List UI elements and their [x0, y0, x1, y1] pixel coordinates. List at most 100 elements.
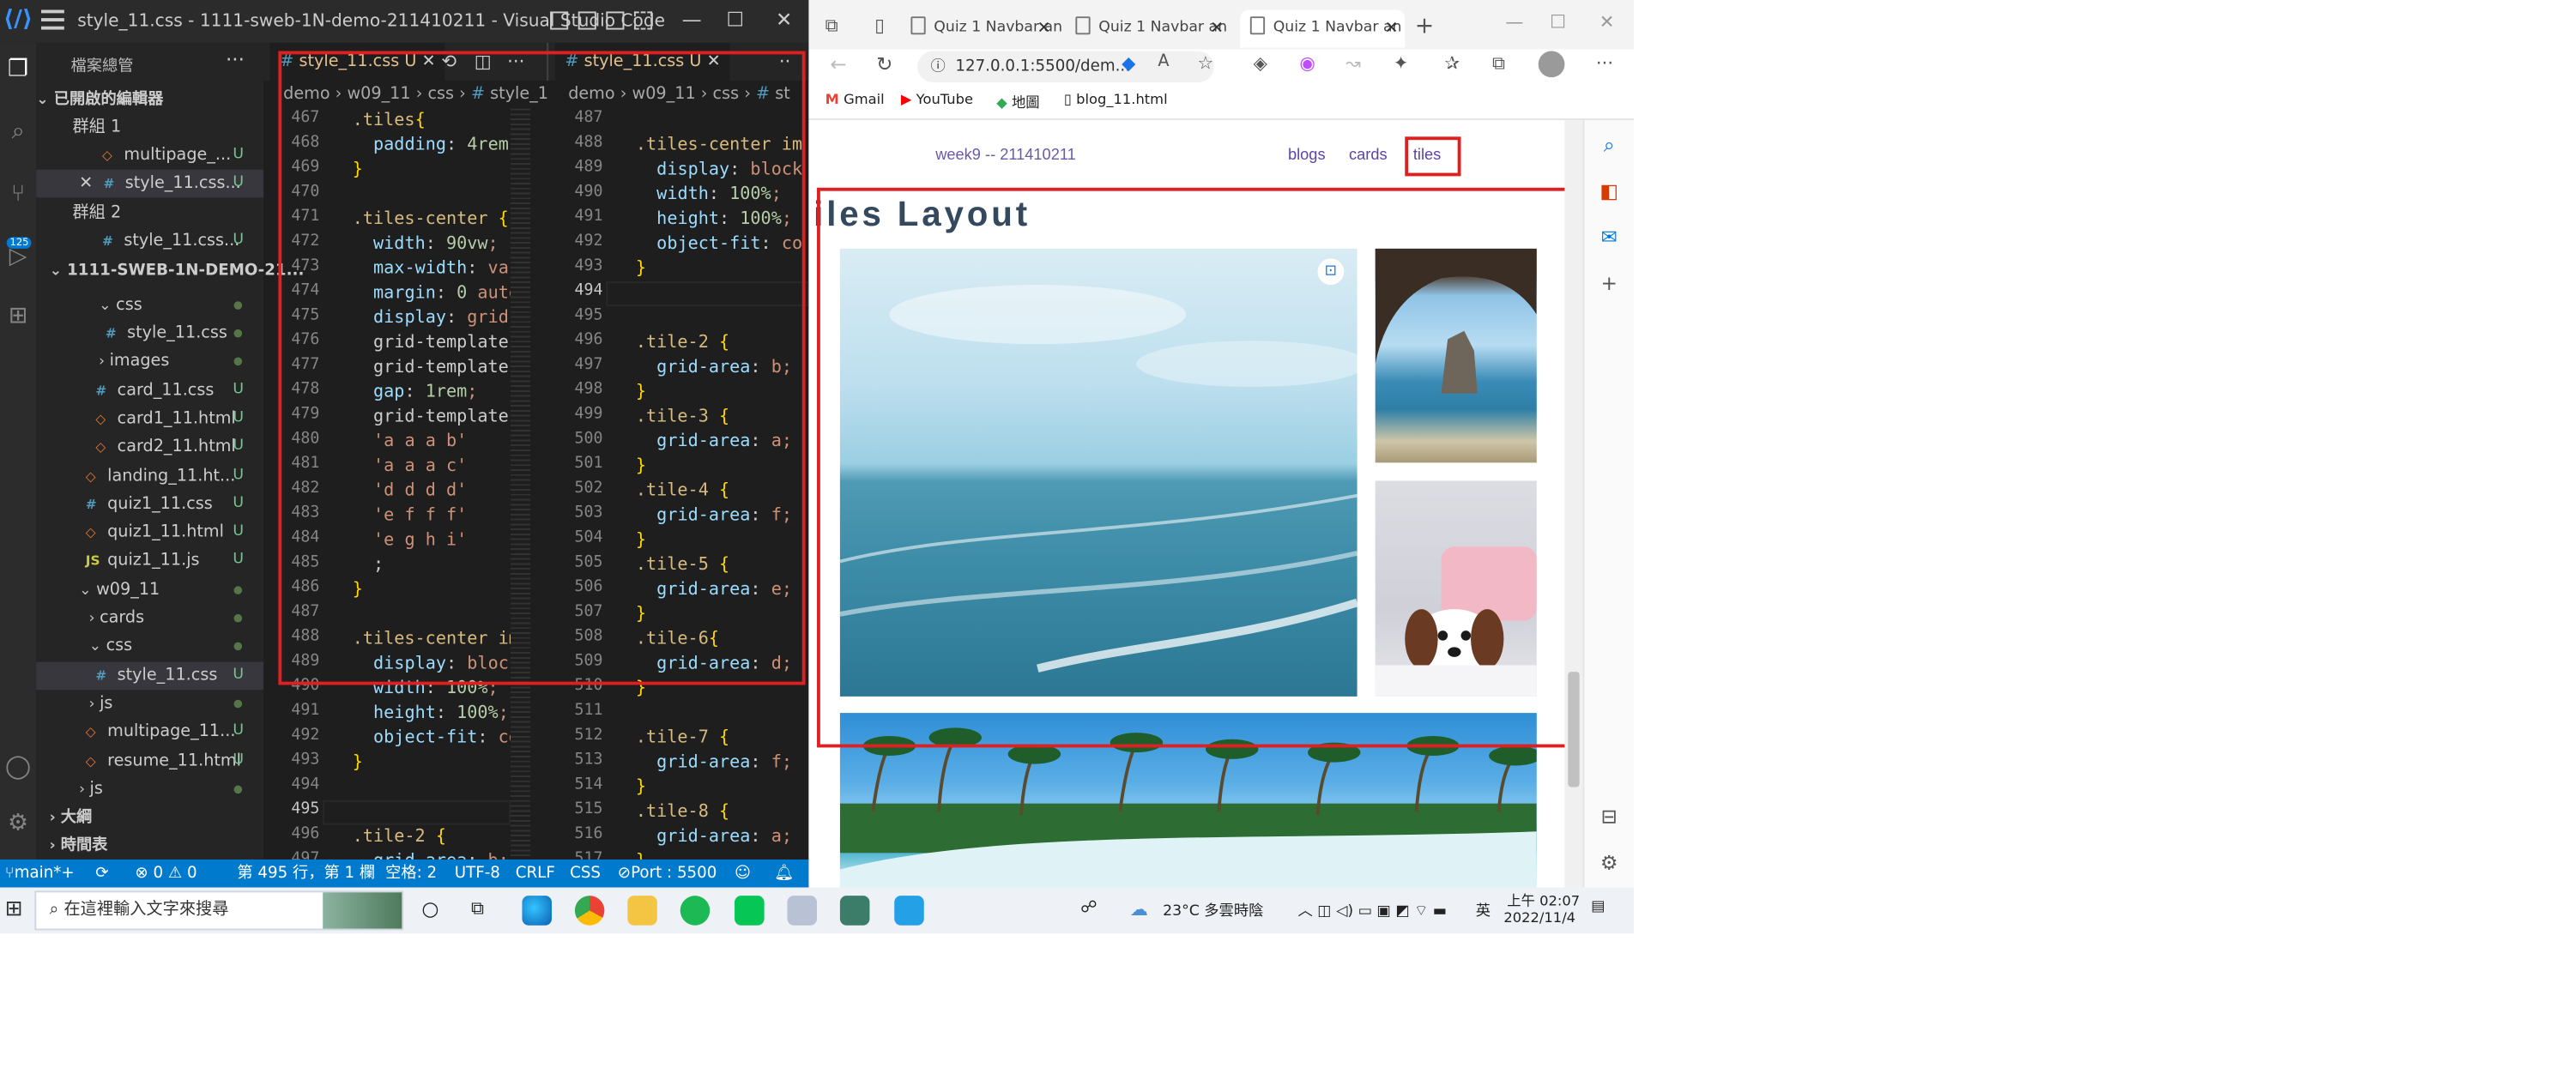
open-editors-section[interactable]: ⌄ 已開啟的編輯器 — [36, 86, 263, 114]
tree-item[interactable]: › js — [36, 690, 263, 718]
settings-more-icon[interactable]: ··· — [1596, 52, 1613, 74]
tree-item[interactable]: ◇ multipage_11... U — [36, 718, 263, 746]
branch-status[interactable]: ⑂ main*+ — [5, 860, 75, 888]
live-server-status[interactable]: ⊘ Port : 5500 — [618, 860, 717, 888]
site-brand[interactable]: week9 -- 211410211 — [935, 147, 1076, 165]
office-icon[interactable]: ◧ — [1598, 179, 1621, 202]
bookmark-gmail[interactable]: M Gmail — [825, 92, 885, 108]
page-scrollbar[interactable] — [1564, 120, 1583, 888]
search-icon[interactable]: ⌕ — [1598, 133, 1621, 156]
tree-item[interactable]: ◇ card1_11.html U — [36, 405, 263, 433]
more-actions-icon[interactable]: ··· — [226, 48, 245, 71]
sync-icon[interactable]: ⟳ — [95, 860, 108, 888]
minimize-icon[interactable]: — — [682, 9, 702, 32]
code-line[interactable]: height: 100%; — [353, 702, 509, 727]
extension-icon[interactable]: ◉ — [1299, 52, 1315, 74]
app-icon[interactable] — [787, 896, 818, 926]
people-icon[interactable]: ☍ — [1080, 899, 1097, 917]
outlook-icon[interactable]: ✉ — [1598, 226, 1621, 249]
menu-icon[interactable] — [40, 9, 64, 30]
extensions-icon[interactable]: ✦ — [1394, 52, 1409, 74]
clock-date[interactable]: 2022/11/4 — [1503, 910, 1575, 926]
clock-time[interactable]: 上午 02:07 — [1507, 890, 1580, 910]
open-editor-item-active[interactable]: ✕ # style_11.css... U — [36, 169, 264, 198]
editor-group-1[interactable]: 群組 1 — [36, 113, 299, 142]
line-app-icon[interactable] — [735, 896, 765, 926]
code-line[interactable]: } — [636, 775, 646, 800]
new-tab-icon[interactable]: + — [1415, 13, 1435, 39]
problems-status[interactable]: ⊗ 0 ⚠ 0 — [135, 860, 197, 888]
language-status[interactable]: CSS — [570, 860, 601, 888]
tree-item[interactable]: › cards — [36, 604, 263, 632]
tree-item[interactable]: # quiz1_11.css U — [36, 491, 263, 519]
editor-group-2[interactable]: 群組 2 — [36, 199, 299, 227]
task-view-icon[interactable]: ⧉ — [471, 897, 484, 920]
vscode-app-icon[interactable] — [894, 896, 924, 926]
collections-icon[interactable]: ⧉ — [1492, 52, 1505, 75]
browser-tab[interactable]: Quiz 1 Navbar an ✕ — [1066, 10, 1231, 48]
maximize-icon[interactable]: ☐ — [1550, 11, 1566, 33]
tree-item[interactable]: JS quiz1_11.js U — [36, 546, 263, 575]
customize-layout-icon[interactable] — [633, 11, 653, 30]
code-line[interactable]: .tile-7 { — [636, 726, 729, 751]
code-line[interactable]: grid-area: a; — [636, 825, 792, 850]
bookmark-blog[interactable]: ▯ blog_11.html — [1064, 92, 1168, 108]
tree-item[interactable]: › js — [36, 775, 263, 804]
ime-indicator[interactable]: 英 — [1476, 899, 1491, 920]
tree-item[interactable]: ◇ card2_11.html U — [36, 433, 263, 462]
extension-icon[interactable]: ◈ — [1254, 52, 1267, 74]
code-line[interactable]: .tile-8 { — [636, 800, 729, 825]
project-section[interactable]: ⌄ 1111-SWEB-1N-DEMO-21... — [36, 256, 305, 285]
taskbar-search-input[interactable]: ⌕ 在這裡輸入文字來搜尋 — [34, 890, 404, 931]
tab-actions-icon[interactable]: ⧉ — [825, 15, 838, 38]
open-editor-item[interactable]: ◇ multipage_... U — [36, 142, 263, 170]
explorer-icon[interactable]: ❐ — [5, 56, 32, 82]
code-line[interactable]: } — [636, 849, 646, 860]
code-line[interactable]: } — [353, 751, 363, 775]
extensions-icon[interactable]: ⊞ — [5, 303, 32, 329]
code-line[interactable]: .tile-2 { — [353, 825, 446, 850]
spotify-app-icon[interactable] — [680, 896, 711, 926]
add-icon[interactable]: + — [1598, 272, 1621, 295]
tree-item[interactable]: ◇ landing_11.ht... U — [36, 462, 263, 491]
profile-avatar[interactable] — [1538, 51, 1565, 78]
back-icon[interactable]: ← — [830, 52, 846, 75]
eol-status[interactable]: CRLF — [516, 860, 555, 888]
tree-item[interactable]: ⌄ css — [36, 292, 263, 320]
bookmark-youtube[interactable]: ▶ YouTube — [901, 92, 973, 108]
file-explorer-icon[interactable] — [627, 896, 657, 926]
encoding-status[interactable]: UTF-8 — [455, 860, 500, 888]
close-icon[interactable]: ✕ — [776, 9, 792, 32]
tree-item[interactable]: # style_11.css — [36, 319, 263, 347]
tree-item-active[interactable]: # style_11.css U — [36, 661, 264, 691]
run-debug-icon[interactable]: ▷ — [5, 244, 32, 270]
tag-icon[interactable]: ◆ — [1122, 52, 1135, 74]
maximize-icon[interactable]: ☐ — [726, 9, 744, 32]
page-icon[interactable]: ▯ — [874, 15, 885, 36]
settings-gear-icon[interactable]: ⚙ — [5, 810, 32, 836]
tree-item[interactable]: # card_11.css U — [36, 377, 263, 406]
close-icon[interactable]: ✕ — [1599, 11, 1615, 33]
toggle-panel-icon[interactable] — [577, 11, 596, 30]
edge-app-icon[interactable] — [522, 896, 552, 926]
notification-center-icon[interactable]: ▤ — [1591, 899, 1605, 915]
code-line[interactable]: object-fit: co — [353, 726, 511, 751]
scrollbar-thumb[interactable] — [1568, 672, 1580, 787]
toggle-sidebar-icon[interactable] — [550, 11, 569, 30]
extension-icon[interactable]: ↝ — [1345, 52, 1361, 74]
app-icon[interactable] — [839, 896, 870, 926]
refresh-icon[interactable]: ↻ — [876, 52, 892, 75]
source-control-icon[interactable]: ⑂ — [5, 181, 32, 208]
code-line[interactable]: grid-area: b; — [353, 849, 509, 860]
search-icon[interactable]: ⌕ — [5, 118, 32, 145]
notifications-icon[interactable]: 🔔︎ — [774, 860, 794, 888]
feedback-icon[interactable]: ☺ — [735, 860, 751, 888]
tree-item[interactable]: ⌄ css — [36, 632, 263, 661]
account-icon[interactable]: ◯ — [5, 754, 32, 781]
tray-chevron-icon[interactable]: ︿ ◫ ◁) ▭ ▣ ◩ ⌔ ▬ — [1297, 899, 1447, 920]
cortana-icon[interactable]: ○ — [421, 897, 438, 920]
nav-link-cards[interactable]: cards — [1349, 147, 1388, 165]
read-aloud-icon[interactable]: A — [1158, 52, 1169, 70]
timeline-section[interactable]: › 時間表 — [36, 831, 276, 860]
outline-section[interactable]: › 大綱 — [36, 804, 276, 832]
